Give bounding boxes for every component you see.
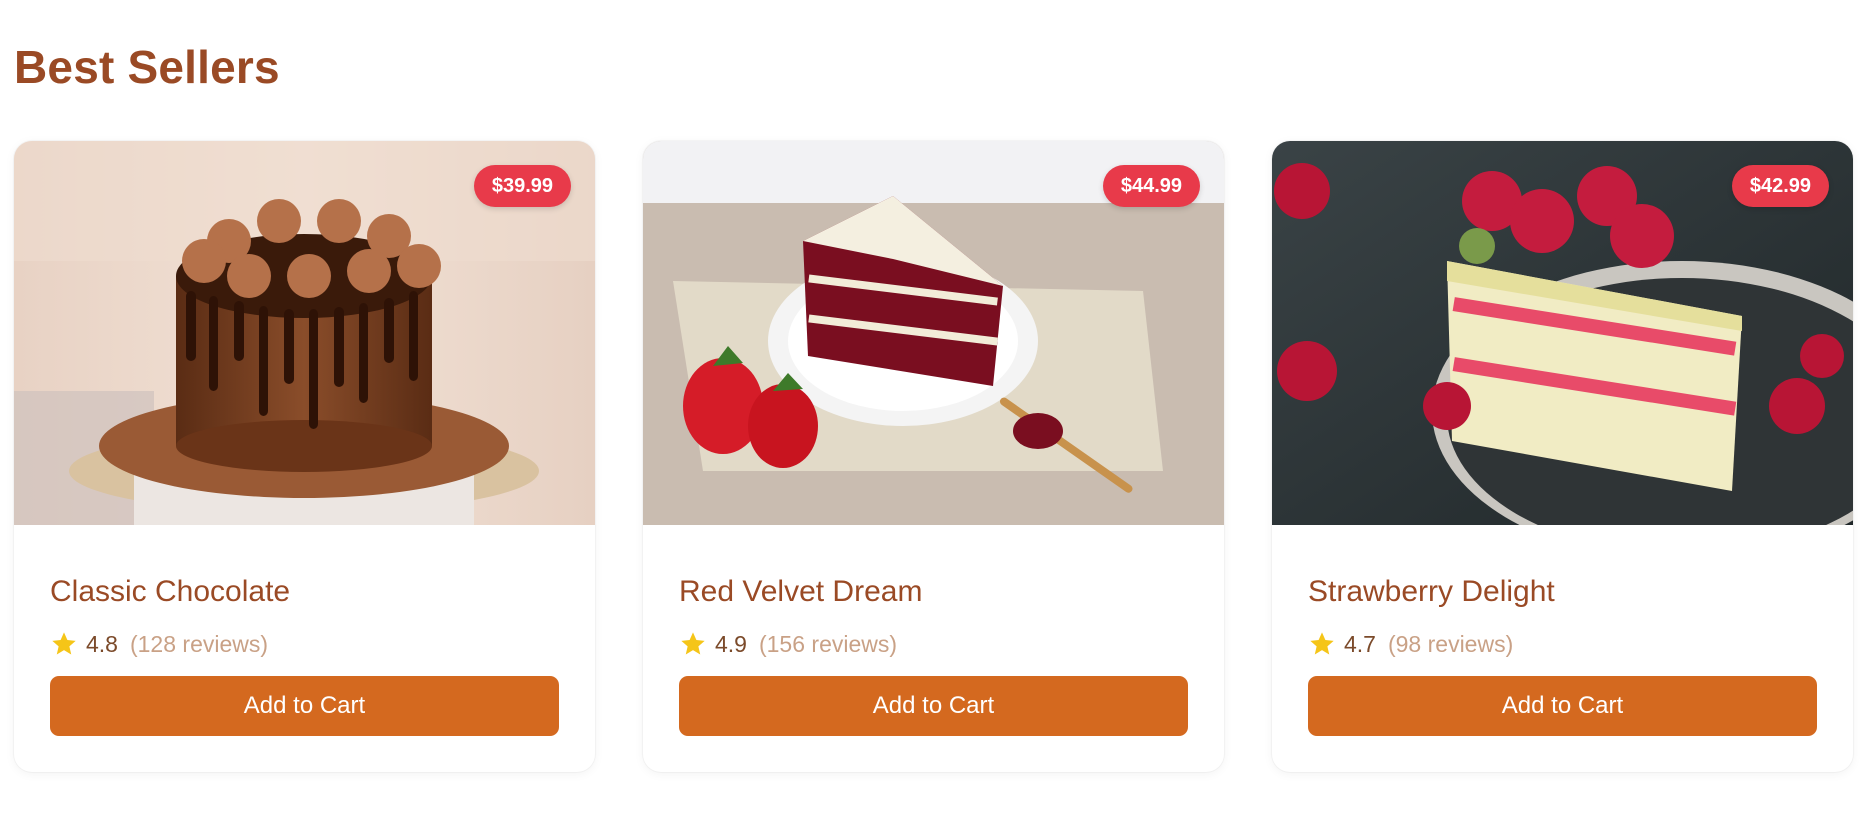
rating-value: 4.8: [86, 630, 118, 657]
price-badge: $42.99: [1731, 165, 1829, 207]
star-icon: [52, 632, 76, 655]
review-count: (156 reviews): [758, 630, 898, 657]
red-velvet-cake-image[interactable]: $44.99: [643, 141, 1224, 525]
add-to-cart-button[interactable]: Add to Cart: [1308, 676, 1817, 736]
product-grid: $39.99 Classic Chocolate 4.8 (128 review…: [14, 141, 1853, 772]
review-count: (128 reviews): [129, 630, 269, 657]
strawberry-cake-image[interactable]: $42.99: [1272, 141, 1853, 525]
best-sellers-section: Best Sellers $39.99 Classic Chocolate 4.…: [0, 0, 1867, 831]
rating-value: 4.9: [715, 630, 747, 657]
chocolate-cake-image[interactable]: $39.99: [14, 141, 595, 525]
price-badge: $44.99: [1102, 165, 1200, 207]
price-badge: $39.99: [473, 165, 571, 207]
rating-row: 4.9 (156 reviews): [679, 627, 897, 661]
section-title: Best Sellers: [14, 41, 280, 93]
star-icon: [681, 632, 705, 655]
add-to-cart-button[interactable]: Add to Cart: [679, 676, 1188, 736]
product-name[interactable]: Red Velvet Dream: [679, 575, 922, 609]
product-card-strawberry-delight[interactable]: $42.99 Strawberry Delight 4.7 (98 review…: [1272, 141, 1853, 772]
product-name[interactable]: Classic Chocolate: [50, 575, 290, 609]
rating-row: 4.8 (128 reviews): [50, 627, 268, 661]
product-card-classic-chocolate[interactable]: $39.99 Classic Chocolate 4.8 (128 review…: [14, 141, 595, 772]
rating-row: 4.7 (98 reviews): [1308, 627, 1513, 661]
add-to-cart-button[interactable]: Add to Cart: [50, 676, 559, 736]
review-count: (98 reviews): [1387, 630, 1514, 657]
product-name[interactable]: Strawberry Delight: [1308, 575, 1555, 609]
rating-value: 4.7: [1344, 630, 1376, 657]
star-icon: [1310, 632, 1334, 655]
product-card-red-velvet-dream[interactable]: $44.99 Red Velvet Dream 4.9 (156 reviews…: [643, 141, 1224, 772]
